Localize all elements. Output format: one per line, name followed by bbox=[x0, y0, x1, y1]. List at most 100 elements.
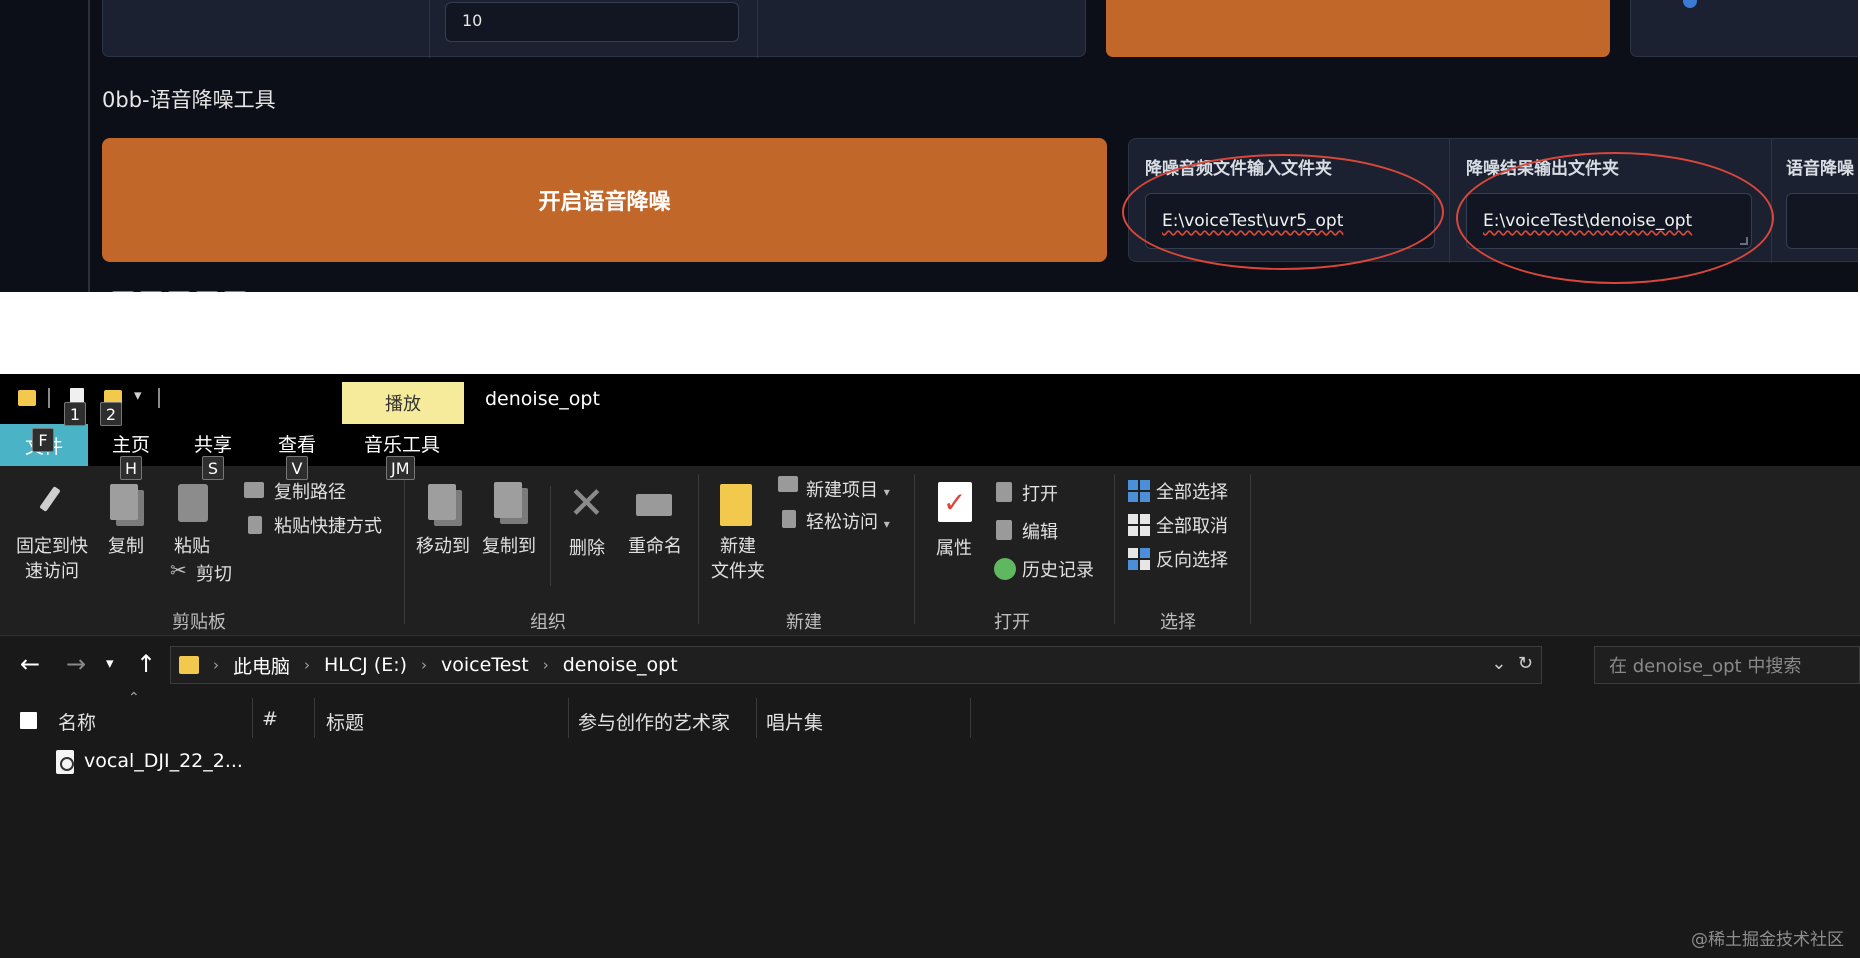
invert-selection-icon bbox=[1128, 548, 1150, 570]
breadcrumb-this-pc[interactable]: 此电脑 bbox=[233, 652, 290, 679]
breadcrumb-voicetest[interactable]: voiceTest bbox=[441, 654, 529, 676]
copy-button[interactable]: 复制 bbox=[104, 534, 148, 559]
invert-selection-button[interactable]: 反向选择 bbox=[1156, 546, 1228, 572]
tab-home[interactable]: 主页 bbox=[112, 430, 150, 457]
column-separator[interactable] bbox=[252, 698, 253, 738]
ribbon-separator bbox=[1114, 474, 1115, 624]
chevron-down-icon: ▾ bbox=[883, 517, 890, 531]
easy-access-icon bbox=[782, 510, 796, 528]
refresh-icon[interactable]: ↻ bbox=[1518, 653, 1533, 674]
chevron-down-icon: ▾ bbox=[883, 485, 890, 499]
top-number-input[interactable]: 10 bbox=[445, 2, 739, 42]
audio-file-icon bbox=[56, 750, 74, 774]
delete-icon: ✕ bbox=[568, 478, 605, 529]
open-button[interactable]: 打开 bbox=[1022, 480, 1058, 506]
keytip-view: V bbox=[286, 456, 308, 480]
up-arrow-icon[interactable]: ↑ bbox=[136, 650, 156, 678]
new-item-button[interactable]: 新建项目 ▾ bbox=[806, 476, 890, 502]
sort-caret-icon: ⌃ bbox=[128, 690, 140, 706]
column-artists[interactable]: 参与创作的艺术家 bbox=[578, 708, 730, 735]
group-divider bbox=[757, 0, 758, 58]
tab-view[interactable]: 查看 bbox=[278, 430, 316, 457]
qa-separator bbox=[158, 388, 160, 408]
folder-icon bbox=[179, 656, 199, 674]
rename-button[interactable]: 重命名 bbox=[624, 534, 686, 559]
select-all-button[interactable]: 全部选择 bbox=[1156, 478, 1228, 504]
breadcrumb-chevron-icon: › bbox=[304, 656, 311, 674]
top-action-button[interactable] bbox=[1106, 0, 1610, 57]
pin-quick-access-button[interactable]: 固定到快 速访问 bbox=[8, 534, 96, 584]
breadcrumb-chevron-icon: › bbox=[213, 656, 219, 674]
tab-music-tools[interactable]: 音乐工具 bbox=[364, 430, 440, 457]
cut-button[interactable]: 剪切 bbox=[196, 560, 232, 586]
customize-qa-chevron-icon[interactable]: ▾ bbox=[134, 386, 142, 404]
screenshot-root: 10 0bb-语音降噪工具 开启语音降噪 降噪音频文件输入文件夹 E:\voic… bbox=[0, 0, 1860, 958]
address-bar[interactable]: › 此电脑 › HLCJ (E:) › voiceTest › denoise_… bbox=[170, 646, 1542, 684]
file-explorer-window: ▾ 1 2 播放 denoise_opt 文件 F 主页 共享 查看 音乐工具 … bbox=[0, 374, 1860, 958]
scissors-icon: ✂ bbox=[170, 558, 187, 582]
keytip-music: JM bbox=[386, 456, 415, 480]
edit-icon bbox=[996, 520, 1012, 540]
ribbon-separator bbox=[698, 474, 699, 624]
ribbon-separator bbox=[404, 474, 405, 624]
edit-button[interactable]: 编辑 bbox=[1022, 518, 1058, 544]
title-bar: ▾ 1 2 播放 denoise_opt bbox=[0, 374, 1860, 426]
breadcrumb-denoise-opt[interactable]: denoise_opt bbox=[563, 654, 678, 676]
organize-group-label: 组织 bbox=[530, 612, 566, 633]
qa-separator bbox=[48, 388, 50, 408]
select-none-button[interactable]: 全部取消 bbox=[1156, 512, 1228, 538]
properties-button[interactable]: 属性 bbox=[928, 536, 980, 561]
list-item[interactable]: vocal_DJI_22_2... bbox=[0, 742, 1860, 786]
recent-locations-chevron-icon[interactable]: ▾ bbox=[106, 654, 114, 672]
history-button[interactable]: 历史记录 bbox=[1022, 556, 1094, 582]
search-input[interactable]: 在 denoise_opt 中搜索 bbox=[1594, 646, 1860, 684]
ribbon-separator bbox=[1250, 474, 1251, 624]
section-title: 0bb-语音降噪工具 bbox=[102, 88, 276, 112]
breadcrumb-chevron-icon: › bbox=[421, 656, 428, 674]
paste-shortcut-button[interactable]: 粘贴快捷方式 bbox=[274, 512, 382, 538]
new-folder-button[interactable]: 新建 文件夹 bbox=[700, 534, 776, 584]
address-row: ← → ▾ ↑ › 此电脑 › HLCJ (E:) › voiceTest › … bbox=[0, 636, 1860, 698]
copy-path-button[interactable]: 复制路径 bbox=[274, 478, 346, 504]
easy-access-button[interactable]: 轻松访问 ▾ bbox=[806, 508, 890, 534]
copy-to-button[interactable]: 复制到 bbox=[478, 534, 540, 559]
new-folder-icon bbox=[720, 484, 752, 526]
column-album[interactable]: 唱片集 bbox=[766, 708, 823, 735]
window-title: denoise_opt bbox=[485, 388, 600, 410]
field-divider bbox=[1771, 139, 1772, 263]
highlight-ellipse-input bbox=[1122, 154, 1444, 270]
tab-share[interactable]: 共享 bbox=[194, 430, 232, 457]
breadcrumb-drive[interactable]: HLCJ (E:) bbox=[324, 654, 407, 676]
ribbon-separator bbox=[914, 474, 915, 624]
column-separator[interactable] bbox=[970, 698, 971, 738]
clipboard-group-label: 剪贴板 bbox=[172, 612, 226, 633]
back-arrow-icon[interactable]: ← bbox=[20, 650, 40, 678]
column-header-row: ⌃ 名称 # 标题 参与创作的艺术家 唱片集 bbox=[0, 690, 1860, 742]
new-group-label: 新建 bbox=[786, 612, 822, 633]
copy-icon bbox=[110, 484, 138, 520]
column-title[interactable]: 标题 bbox=[326, 708, 364, 735]
folder-icon[interactable] bbox=[18, 390, 36, 406]
start-denoise-button[interactable]: 开启语音降噪 bbox=[102, 138, 1107, 262]
select-all-checkbox[interactable] bbox=[20, 712, 37, 729]
column-number[interactable]: # bbox=[262, 708, 278, 730]
easy-access-label: 轻松访问 bbox=[806, 512, 878, 533]
copy-to-icon bbox=[494, 482, 522, 518]
forward-arrow-icon[interactable]: → bbox=[66, 650, 86, 678]
left-rail bbox=[88, 0, 90, 292]
paste-button[interactable]: 粘贴 bbox=[170, 534, 214, 559]
column-name[interactable]: 名称 bbox=[58, 708, 96, 735]
column-separator[interactable] bbox=[568, 698, 569, 738]
delete-button[interactable]: 删除 bbox=[564, 536, 610, 561]
tab-play-context[interactable]: 播放 bbox=[342, 382, 464, 424]
paste-shortcut-icon bbox=[248, 516, 262, 534]
chevron-down-icon[interactable]: ⌄ bbox=[1491, 653, 1506, 674]
column-separator[interactable] bbox=[314, 698, 315, 738]
watermark: @稀土掘金技术社区 bbox=[1691, 930, 1844, 950]
move-to-button[interactable]: 移动到 bbox=[412, 534, 474, 559]
open-icon bbox=[996, 482, 1012, 502]
select-none-icon bbox=[1128, 514, 1150, 536]
column-separator[interactable] bbox=[756, 698, 757, 738]
third-field-input[interactable] bbox=[1786, 193, 1858, 249]
file-name: vocal_DJI_22_2... bbox=[84, 750, 243, 772]
